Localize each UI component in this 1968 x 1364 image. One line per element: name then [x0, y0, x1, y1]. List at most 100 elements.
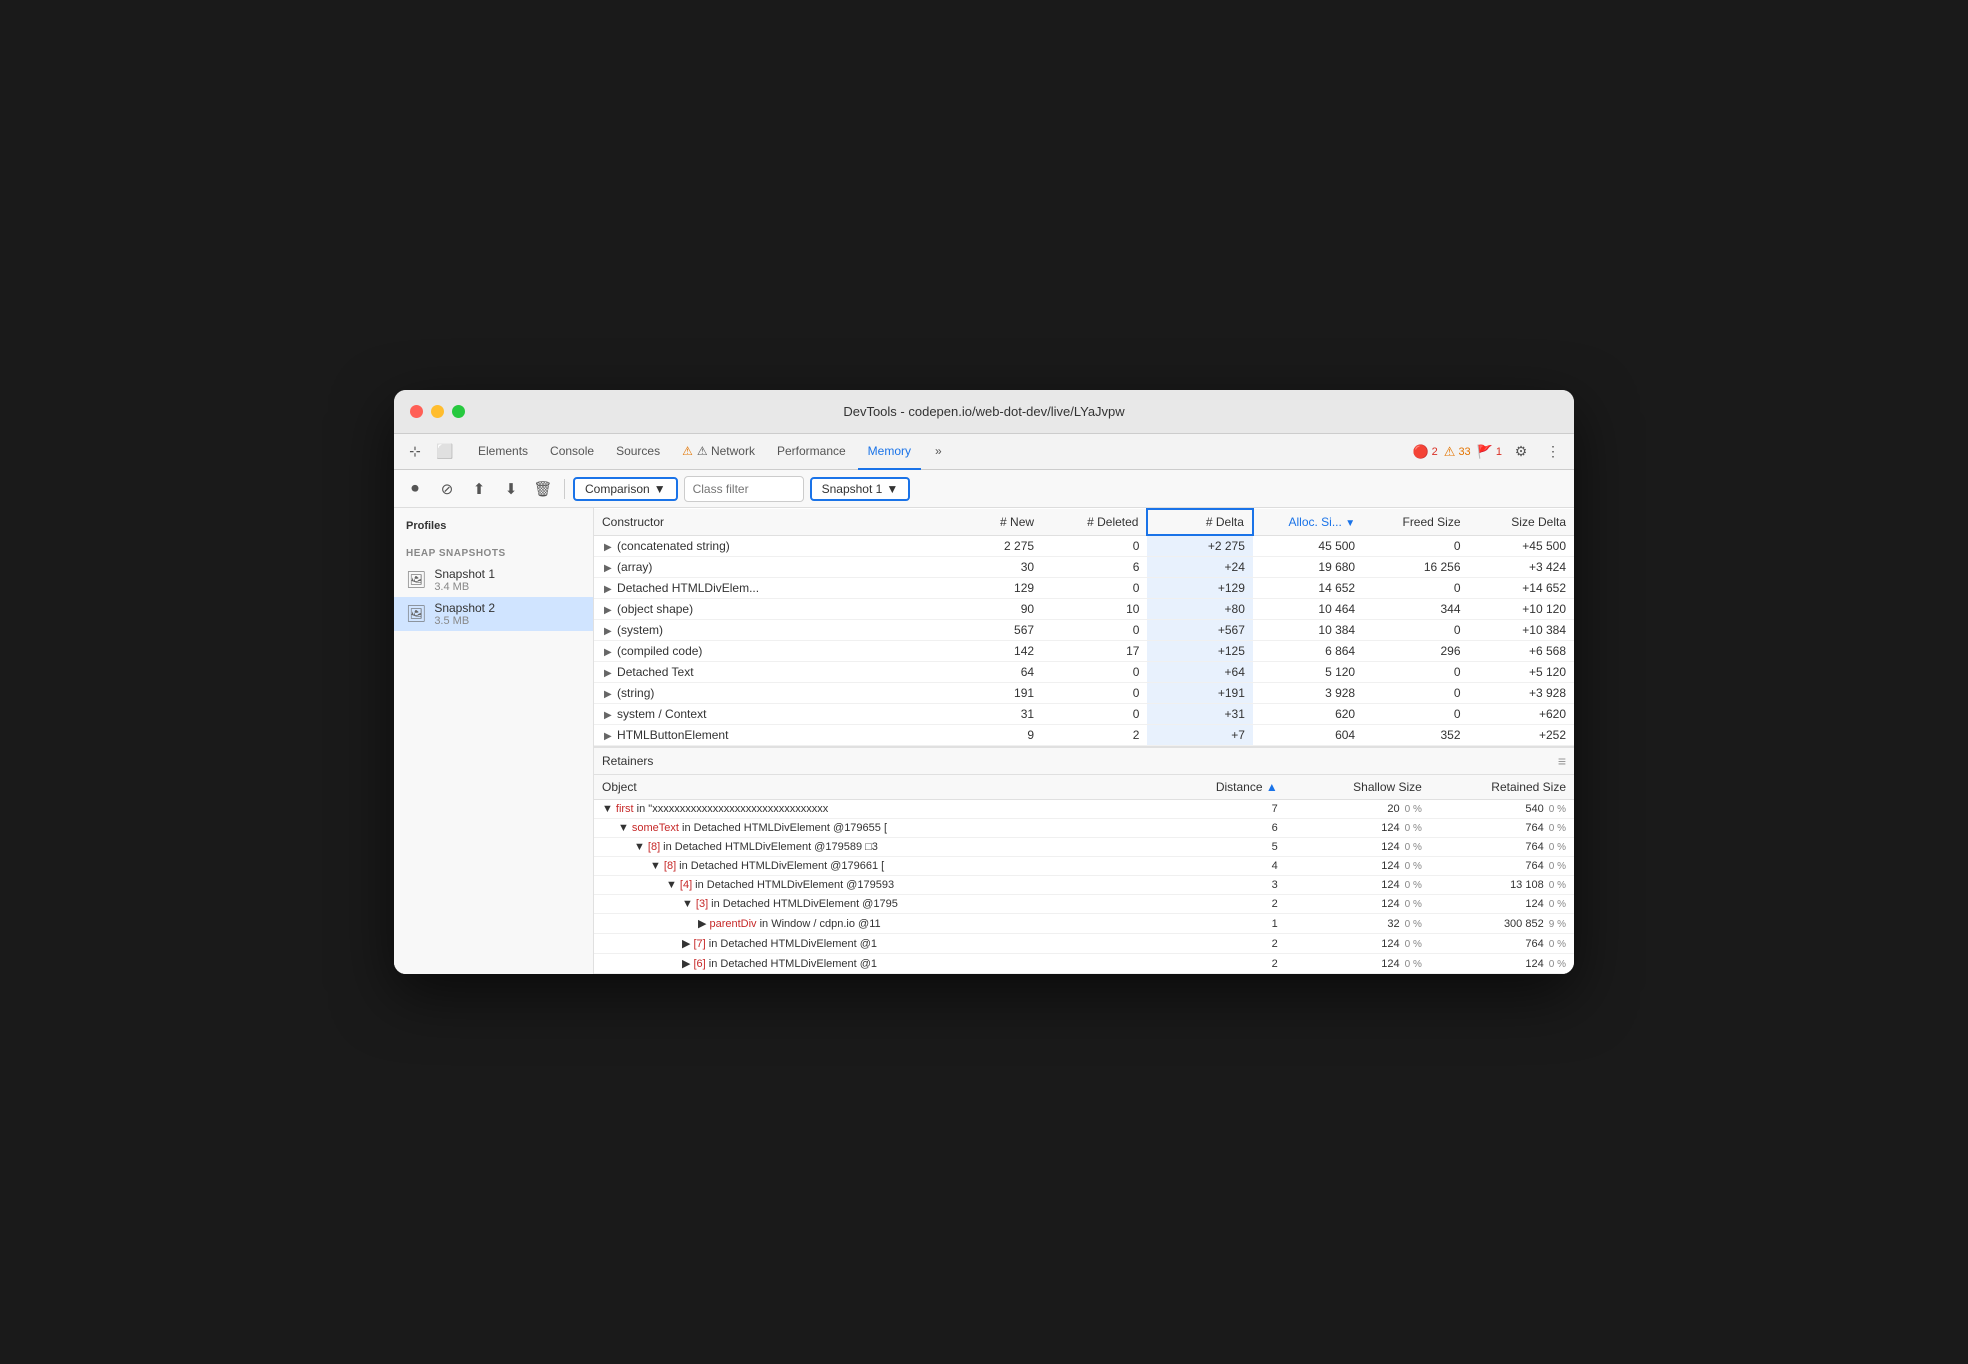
retainer-row[interactable]: ▼[4] in Detached HTMLDivElement @179593 … [594, 876, 1574, 895]
retainer-row[interactable]: ▶[7] in Detached HTMLDivElement @1 2 124… [594, 934, 1574, 954]
retainer-row[interactable]: ▶parentDiv in Window / cdpn.io @11 1 32 … [594, 914, 1574, 934]
memory-toolbar: ⏺ ⊘ ⬆ ⬇ 🗑 Comparison ▼ Snapshot 1 ▼ [394, 470, 1574, 508]
retainer-expand-icon[interactable]: ▼ [666, 879, 677, 891]
col-new[interactable]: # New [937, 509, 1042, 535]
retainer-row[interactable]: ▼someText in Detached HTMLDivElement @17… [594, 819, 1574, 838]
constructor-table: Constructor # New # Deleted # Delta [594, 508, 1574, 746]
col-deleted[interactable]: # Deleted [1042, 509, 1147, 535]
minimize-button[interactable] [431, 405, 444, 418]
col-alloc-size[interactable]: Alloc. Si... ▼ [1253, 509, 1363, 535]
retainer-row[interactable]: ▼[8] in Detached HTMLDivElement @179589 … [594, 838, 1574, 857]
tab-sources[interactable]: Sources [606, 434, 670, 470]
retainer-expand-icon[interactable]: ▼ [634, 841, 645, 853]
tab-memory[interactable]: Memory [858, 434, 921, 470]
retainer-distance-cell: 3 [1170, 876, 1285, 895]
table-row[interactable]: ▶ (compiled code) 142 17 +125 6 864 296 … [594, 641, 1574, 662]
sidebar-snapshot-1[interactable]: 🖼 Snapshot 1 3.4 MB [394, 563, 593, 597]
expand-icon[interactable]: ▶ [602, 689, 614, 700]
new-cell: 90 [937, 599, 1042, 620]
close-button[interactable] [410, 405, 423, 418]
retainer-object-cell: ▶[7] in Detached HTMLDivElement @1 [594, 934, 1170, 954]
table-row[interactable]: ▶ (concatenated string) 2 275 0 +2 275 4… [594, 535, 1574, 557]
tab-elements[interactable]: Elements [468, 434, 538, 470]
settings-icon-btn[interactable]: ⚙ [1508, 439, 1534, 465]
retainer-row[interactable]: ▼[8] in Detached HTMLDivElement @179661 … [594, 857, 1574, 876]
col-constructor[interactable]: Constructor [594, 509, 937, 535]
new-cell: 191 [937, 683, 1042, 704]
ret-col-shallow[interactable]: Shallow Size [1286, 775, 1430, 800]
clear-btn[interactable]: ⊘ [434, 476, 460, 502]
device-icon-btn[interactable]: ⬜ [432, 439, 458, 465]
class-filter-input[interactable] [684, 476, 804, 502]
expand-icon[interactable]: ▶ [602, 668, 614, 679]
download-btn[interactable]: ⬇ [498, 476, 524, 502]
expand-icon[interactable]: ▶ [602, 605, 614, 616]
comparison-dropdown[interactable]: Comparison ▼ [573, 477, 678, 501]
deleted-cell: 0 [1042, 683, 1147, 704]
retainer-expand-icon[interactable]: ▼ [618, 822, 629, 834]
retainer-row[interactable]: ▼[3] in Detached HTMLDivElement @1795 2 … [594, 895, 1574, 914]
tab-console[interactable]: Console [540, 434, 604, 470]
expand-icon[interactable]: ▶ [602, 647, 614, 658]
expand-icon[interactable]: ▶ [602, 710, 614, 721]
col-freed-size[interactable]: Freed Size [1363, 509, 1468, 535]
size-delta-cell: +620 [1469, 704, 1574, 725]
table-row[interactable]: ▶ system / Context 31 0 +31 620 0 +620 [594, 704, 1574, 725]
retainer-distance-cell: 6 [1170, 819, 1285, 838]
retainer-expand-icon[interactable]: ▶ [698, 918, 706, 930]
retainers-table-container: Object Distance ▲ Shallow Size Retained … [594, 775, 1574, 974]
snapshot-dropdown[interactable]: Snapshot 1 ▼ [810, 477, 911, 501]
retainer-expand-icon[interactable]: ▼ [602, 803, 613, 815]
expand-icon[interactable]: ▶ [602, 626, 614, 637]
tab-right-badges: 🔴 2 ⚠ 33 🚩 1 ⚙ ⋮ [1412, 439, 1566, 465]
ret-col-retained[interactable]: Retained Size [1430, 775, 1574, 800]
freed-size-cell: 0 [1363, 620, 1468, 641]
record-btn[interactable]: ⏺ [402, 476, 428, 502]
table-row[interactable]: ▶ Detached HTMLDivElem... 129 0 +129 14 … [594, 578, 1574, 599]
constructor-cell: ▶ Detached HTMLDivElem... [594, 578, 937, 599]
expand-icon[interactable]: ▶ [602, 731, 614, 742]
retainer-distance-cell: 5 [1170, 838, 1285, 857]
retainer-expand-icon[interactable]: ▼ [682, 898, 693, 910]
tab-network[interactable]: ⚠ ⚠ Network [672, 434, 765, 470]
tab-more[interactable]: » [925, 434, 952, 470]
error-badge: 🔴 2 [1412, 444, 1437, 460]
warning-badge: ⚠ 33 [1444, 444, 1471, 460]
collect-btn[interactable]: 🗑 [530, 476, 556, 502]
retainer-shallow-cell: 124 0 % [1286, 895, 1430, 914]
retainers-scroll-handle[interactable]: ≡ [1558, 753, 1566, 769]
freed-size-cell: 0 [1363, 704, 1468, 725]
col-delta[interactable]: # Delta [1147, 509, 1252, 535]
constructor-cell: ▶ (compiled code) [594, 641, 937, 662]
tab-performance[interactable]: Performance [767, 434, 856, 470]
cursor-icon-btn[interactable]: ⊹ [402, 439, 428, 465]
ret-col-distance[interactable]: Distance ▲ [1170, 775, 1285, 800]
upload-btn[interactable]: ⬆ [466, 476, 492, 502]
maximize-button[interactable] [452, 405, 465, 418]
sort-down-icon: ▼ [1345, 518, 1355, 529]
retainer-object-cell: ▶[6] in Detached HTMLDivElement @1 [594, 954, 1170, 974]
snapshot-file-icon-1: 🖼 [406, 570, 426, 590]
retainer-expand-icon[interactable]: ▶ [682, 938, 690, 950]
ret-col-object[interactable]: Object [594, 775, 1170, 800]
table-row[interactable]: ▶ (array) 30 6 +24 19 680 16 256 +3 424 [594, 557, 1574, 578]
expand-icon[interactable]: ▶ [602, 563, 614, 574]
more-options-icon-btn[interactable]: ⋮ [1540, 439, 1566, 465]
alloc-size-cell: 45 500 [1253, 535, 1363, 557]
col-size-delta[interactable]: Size Delta [1469, 509, 1574, 535]
table-row[interactable]: ▶ HTMLButtonElement 9 2 +7 604 352 +252 [594, 725, 1574, 746]
retainer-row[interactable]: ▶[6] in Detached HTMLDivElement @1 2 124… [594, 954, 1574, 974]
retainer-expand-icon[interactable]: ▶ [682, 958, 690, 970]
retainer-row[interactable]: ▼first in "xxxxxxxxxxxxxxxxxxxxxxxxxxxxx… [594, 800, 1574, 819]
table-row[interactable]: ▶ (object shape) 90 10 +80 10 464 344 +1… [594, 599, 1574, 620]
retainers-header-row: Object Distance ▲ Shallow Size Retained … [594, 775, 1574, 800]
new-cell: 31 [937, 704, 1042, 725]
retainer-shallow-cell: 124 0 % [1286, 954, 1430, 974]
table-row[interactable]: ▶ Detached Text 64 0 +64 5 120 0 +5 120 [594, 662, 1574, 683]
table-row[interactable]: ▶ (string) 191 0 +191 3 928 0 +3 928 [594, 683, 1574, 704]
sidebar-snapshot-2[interactable]: 🖼 Snapshot 2 3.5 MB [394, 597, 593, 631]
expand-icon[interactable]: ▶ [602, 584, 614, 595]
expand-icon[interactable]: ▶ [602, 542, 614, 553]
retainer-expand-icon[interactable]: ▼ [650, 860, 661, 872]
table-row[interactable]: ▶ (system) 567 0 +567 10 384 0 +10 384 [594, 620, 1574, 641]
